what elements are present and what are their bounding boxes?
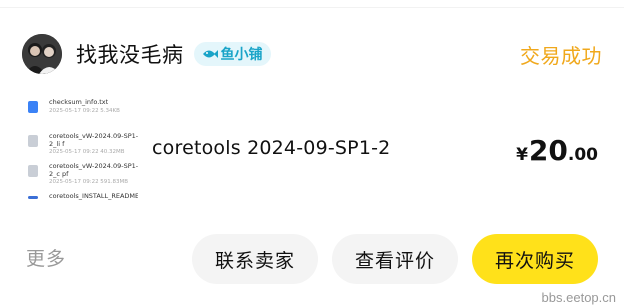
file-entry: coretools_vW-2024.09-SP1-2_c pf 2025-05-… bbox=[24, 160, 138, 190]
buy-again-button[interactable]: 再次购买 bbox=[472, 234, 598, 284]
file-entry: checksum_info.txt 2025-05-17 09:22 5.34K… bbox=[24, 96, 138, 130]
product-title[interactable]: coretools 2024-09-SP1-2 bbox=[152, 137, 390, 159]
generic-file-icon bbox=[28, 135, 38, 147]
generic-file-icon bbox=[28, 196, 38, 199]
price-decimal: .00 bbox=[567, 145, 598, 165]
order-price: ¥ 20 .00 bbox=[516, 134, 598, 167]
file-name: coretools_vW-2024.09-SP1-2_c pf bbox=[49, 162, 138, 178]
shop-badge: 鱼小铺 bbox=[193, 42, 271, 66]
price-currency: ¥ bbox=[516, 145, 528, 165]
file-name: coretools_vW-2024.09-SP1-2_li f bbox=[49, 132, 138, 148]
order-header: 找我没毛病 鱼小铺 交易成功 bbox=[22, 34, 602, 74]
file-name: coretools_INSTALL_README bbox=[49, 192, 138, 200]
file-name: checksum_info.txt bbox=[49, 98, 109, 106]
file-meta: 2025-05-17 09:22 591.83MB bbox=[49, 179, 129, 185]
file-meta: 2025-05-17 09:22 5.34KB bbox=[49, 108, 120, 114]
product-thumbnail[interactable]: checksum_info.txt 2025-05-17 09:22 5.34K… bbox=[24, 96, 138, 206]
txt-file-icon bbox=[28, 101, 38, 113]
file-meta: 2025-05-17 09:22 40.32MB bbox=[49, 149, 125, 155]
shop-name[interactable]: 找我没毛病 bbox=[76, 39, 184, 69]
more-button[interactable]: 更多 bbox=[26, 244, 66, 271]
file-entry: coretools_INSTALL_README bbox=[24, 190, 138, 206]
shop-badge-label: 鱼小铺 bbox=[220, 47, 263, 63]
file-entry: coretools_vW-2024.09-SP1-2_li f 2025-05-… bbox=[24, 130, 138, 160]
price-integer: 20 bbox=[528, 134, 568, 167]
view-review-button[interactable]: 查看评价 bbox=[332, 234, 458, 284]
contact-seller-button[interactable]: 联系卖家 bbox=[192, 234, 318, 284]
order-status: 交易成功 bbox=[520, 43, 602, 68]
generic-file-icon bbox=[28, 165, 38, 177]
avatar-photo-icon bbox=[22, 34, 62, 74]
watermark: bbs.eetop.cn bbox=[541, 290, 616, 305]
top-divider bbox=[0, 0, 624, 8]
fish-icon bbox=[202, 50, 218, 58]
shop-avatar[interactable] bbox=[22, 34, 62, 74]
